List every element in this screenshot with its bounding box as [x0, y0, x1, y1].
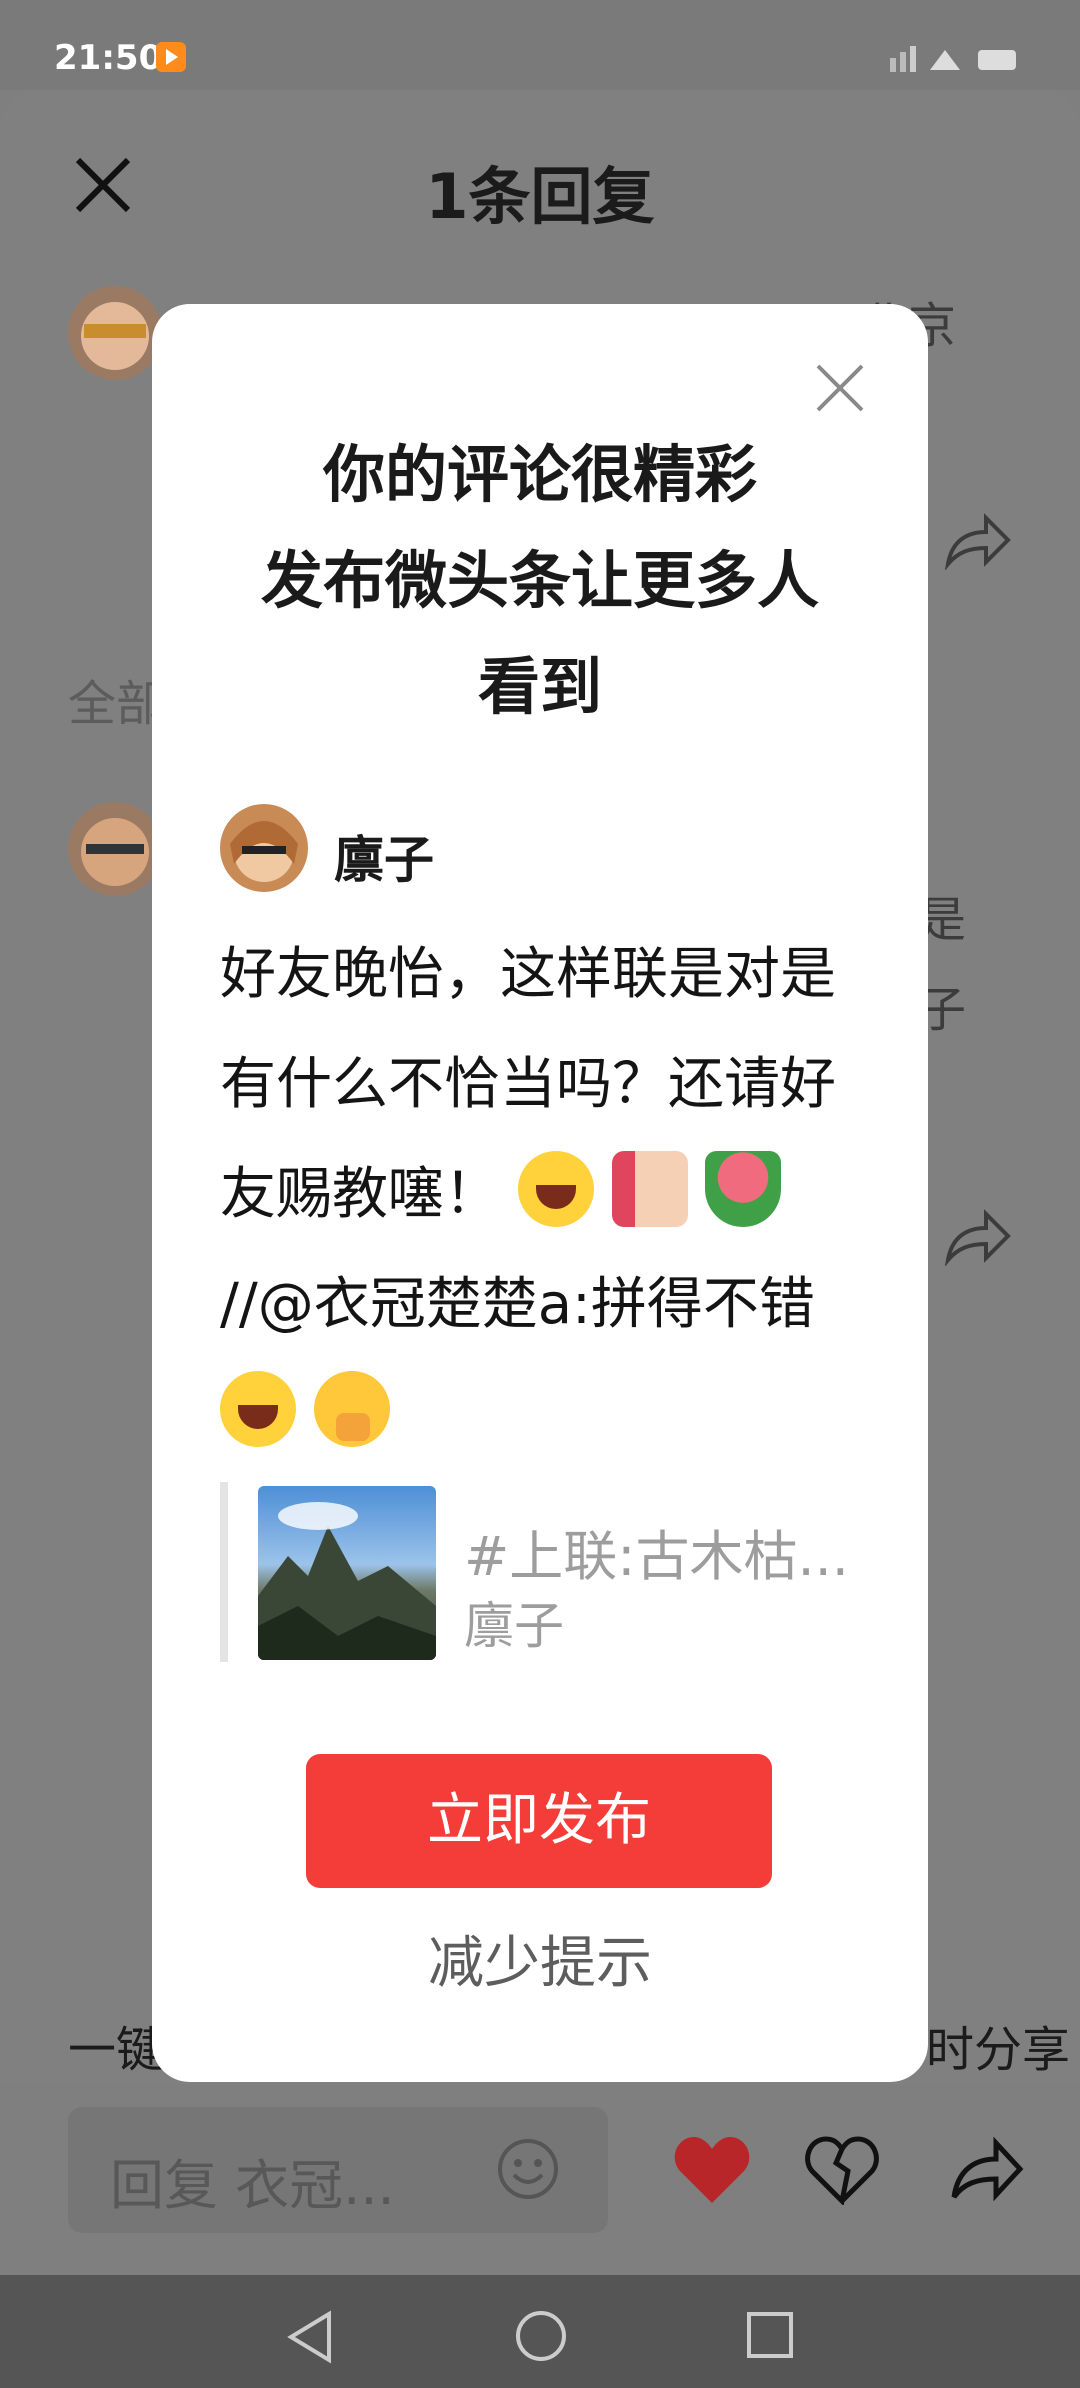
publish-now-button[interactable]: 立即发布	[306, 1754, 772, 1888]
reply-input[interactable]: 回复 衣冠...	[68, 2107, 608, 2233]
emoji-icon[interactable]	[496, 2137, 560, 2201]
bottom-text-fragment: 一键	[68, 2022, 165, 2078]
post-thumbnail	[258, 1486, 436, 1660]
reply-placeholder: 回复 衣冠...	[110, 2154, 395, 2217]
avatar	[220, 804, 308, 892]
recents-nav-icon[interactable]	[746, 2311, 794, 2359]
section-label: 全部	[68, 676, 165, 732]
thumbs-up-emoji-icon	[611, 1151, 688, 1227]
back-nav-icon[interactable]	[285, 2310, 335, 2364]
system-navigation-bar	[0, 2275, 1080, 2388]
home-nav-icon[interactable]	[514, 2309, 568, 2363]
close-icon[interactable]	[814, 362, 866, 414]
dialog-headline: 你的评论很精彩 发布微头条让更多人 看到	[152, 422, 928, 740]
quoted-post-author: 廪子	[464, 1597, 564, 1655]
grateful-emoji-icon	[313, 1371, 390, 1447]
broken-heart-icon[interactable]	[804, 2133, 880, 2205]
author-name: 廪子	[334, 831, 434, 889]
laughing-emoji-icon	[517, 1151, 594, 1227]
laughing-emoji-icon	[220, 1371, 296, 1447]
app-notification-icon	[156, 42, 186, 72]
bottom-action-bar: 回复 衣冠...	[0, 2085, 1080, 2275]
avatar[interactable]	[68, 286, 162, 380]
reduce-prompts-button[interactable]: 减少提示	[152, 1918, 928, 1999]
status-time: 21:50	[54, 38, 163, 78]
headline-line: 看到	[477, 650, 602, 723]
quoted-post[interactable]: #上联:古木枯... 廪子	[220, 1482, 868, 1662]
bottom-text-fragment: 时分享	[926, 2022, 1071, 2078]
publish-suggestion-dialog: 你的评论很精彩 发布微头条让更多人 看到 廪子 好友晚怡，这样联是对是有什么不恰…	[152, 304, 928, 2082]
share-icon[interactable]	[948, 2135, 1024, 2203]
rose-emoji-icon	[705, 1151, 782, 1227]
avatar[interactable]	[68, 802, 162, 896]
comment-text: //@衣冠楚楚a:拼得不错	[220, 1272, 815, 1337]
sheet-title: 1条回复	[425, 160, 655, 233]
comment-body: 好友晚怡，这样联是对是有什么不恰当吗？还请好友赐教噻！ //@衣冠楚楚a:拼得不…	[220, 920, 860, 1470]
headline-line: 发布微头条让更多人	[260, 544, 819, 617]
quoted-post-title: #上联:古木枯...	[464, 1525, 849, 1588]
share-icon[interactable]	[942, 510, 1012, 570]
headline-line: 你的评论很精彩	[322, 438, 757, 511]
share-icon[interactable]	[942, 1206, 1012, 1266]
signal-battery-icon	[890, 46, 1016, 72]
status-bar: 21:50	[0, 0, 1080, 90]
like-heart-icon[interactable]	[672, 2133, 752, 2207]
